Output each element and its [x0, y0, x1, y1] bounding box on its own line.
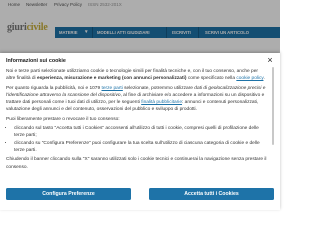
- cookie-dialog: Informazioni sui cookie × Noi e terze pa…: [0, 53, 280, 210]
- consent-options-list: cliccando sul tasto "Accetta tutti i Coo…: [6, 125, 268, 154]
- text: selezionate, potremmo utilizzare: [122, 85, 195, 91]
- dialog-scrollbar[interactable]: [272, 67, 274, 145]
- text: .: [263, 76, 265, 82]
- text: come specificato nella: [186, 76, 237, 82]
- paragraph-consent: Puoi liberamente prestare o revocare il …: [6, 116, 120, 122]
- configure-preferences-button[interactable]: Configura Preferenze: [6, 188, 131, 200]
- dialog-title: Informazioni sui cookie: [6, 58, 66, 64]
- accept-all-cookies-button[interactable]: Accetta tutti i Cookies: [149, 188, 274, 200]
- text-bold: esperienza, misurazione e marketing (con…: [36, 76, 187, 82]
- dialog-body: Noi e terze parti selezionate utilizziam…: [6, 68, 268, 173]
- paragraph-advertising: Per quanto riguarda la pubblicità, noi e…: [6, 85, 268, 114]
- paragraph-purposes: Noi e terze parti selezionate utilizziam…: [6, 68, 268, 83]
- paragraph-close-info: Chiudendo il banner cliccando sulla "X" …: [6, 157, 267, 170]
- cookie-policy-link[interactable]: cookie policy: [236, 76, 263, 81]
- text: Per quanto riguarda la pubblicità, noi e…: [6, 85, 102, 91]
- close-icon[interactable]: ×: [266, 56, 274, 65]
- list-item: cliccando su "Configura Preferenze" puoi…: [14, 140, 268, 155]
- list-item: cliccando sul tasto "Accetta tutti i Coo…: [14, 125, 268, 140]
- third-parties-link[interactable]: terze parti: [101, 86, 122, 91]
- advertising-purposes-link[interactable]: finalità pubblicitarie: [141, 100, 182, 105]
